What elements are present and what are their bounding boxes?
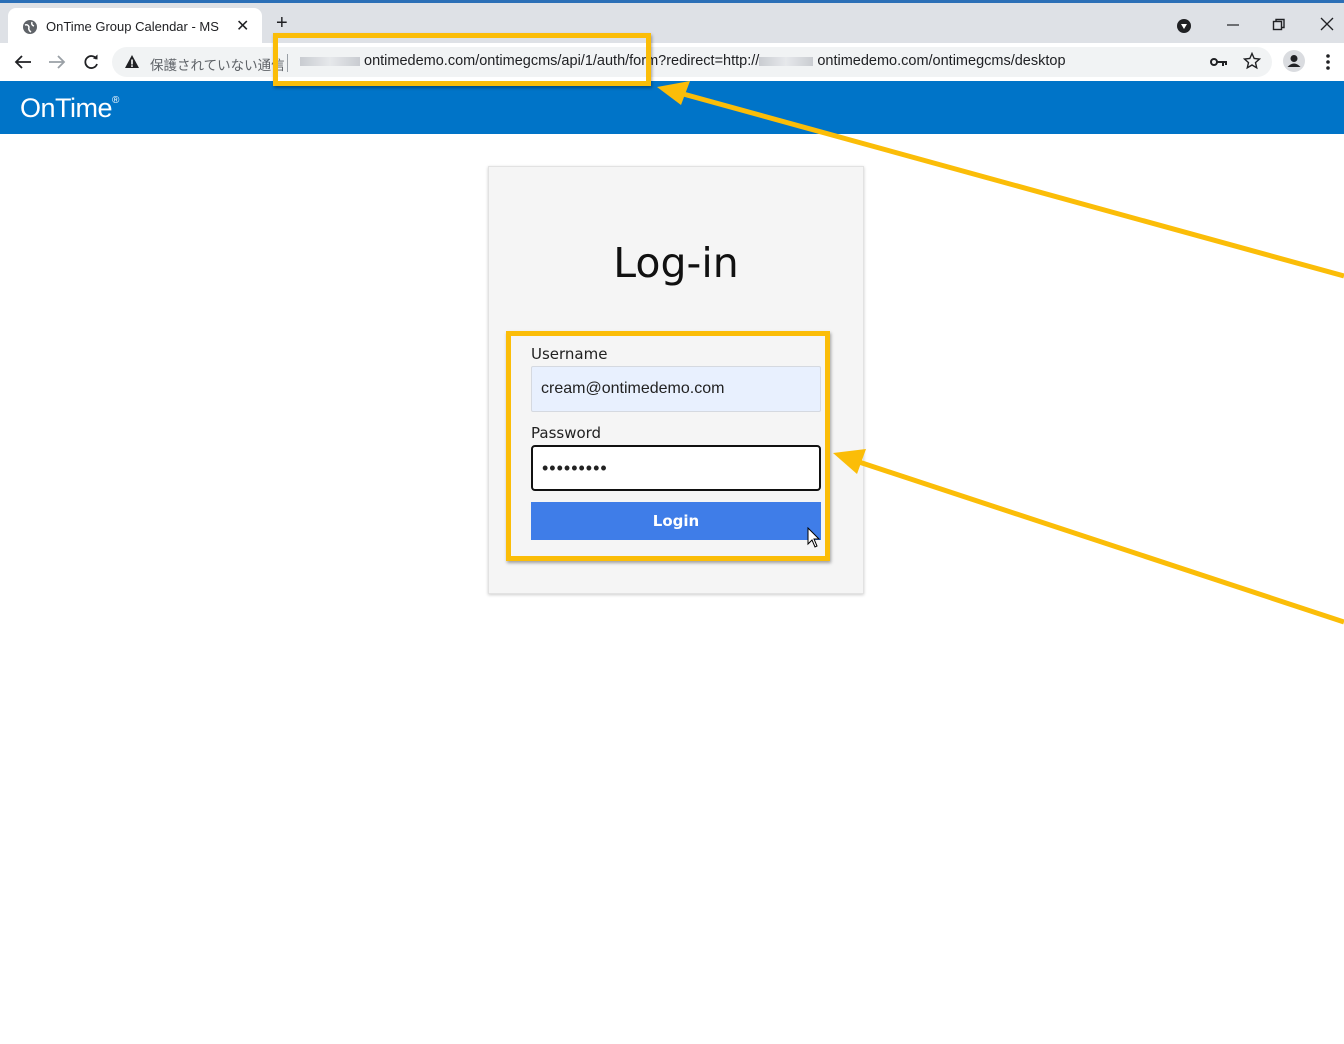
arrowhead-url (657, 81, 690, 105)
screen: OnTime Group Calendar - MS ✕ + 保護されていない通… (0, 0, 1344, 1044)
arrow-to-form (855, 458, 1344, 625)
annotation-arrows (657, 81, 1344, 625)
arrowhead-form (833, 449, 866, 474)
arrow-to-url (675, 89, 1344, 279)
mouse-cursor-icon (807, 527, 821, 548)
